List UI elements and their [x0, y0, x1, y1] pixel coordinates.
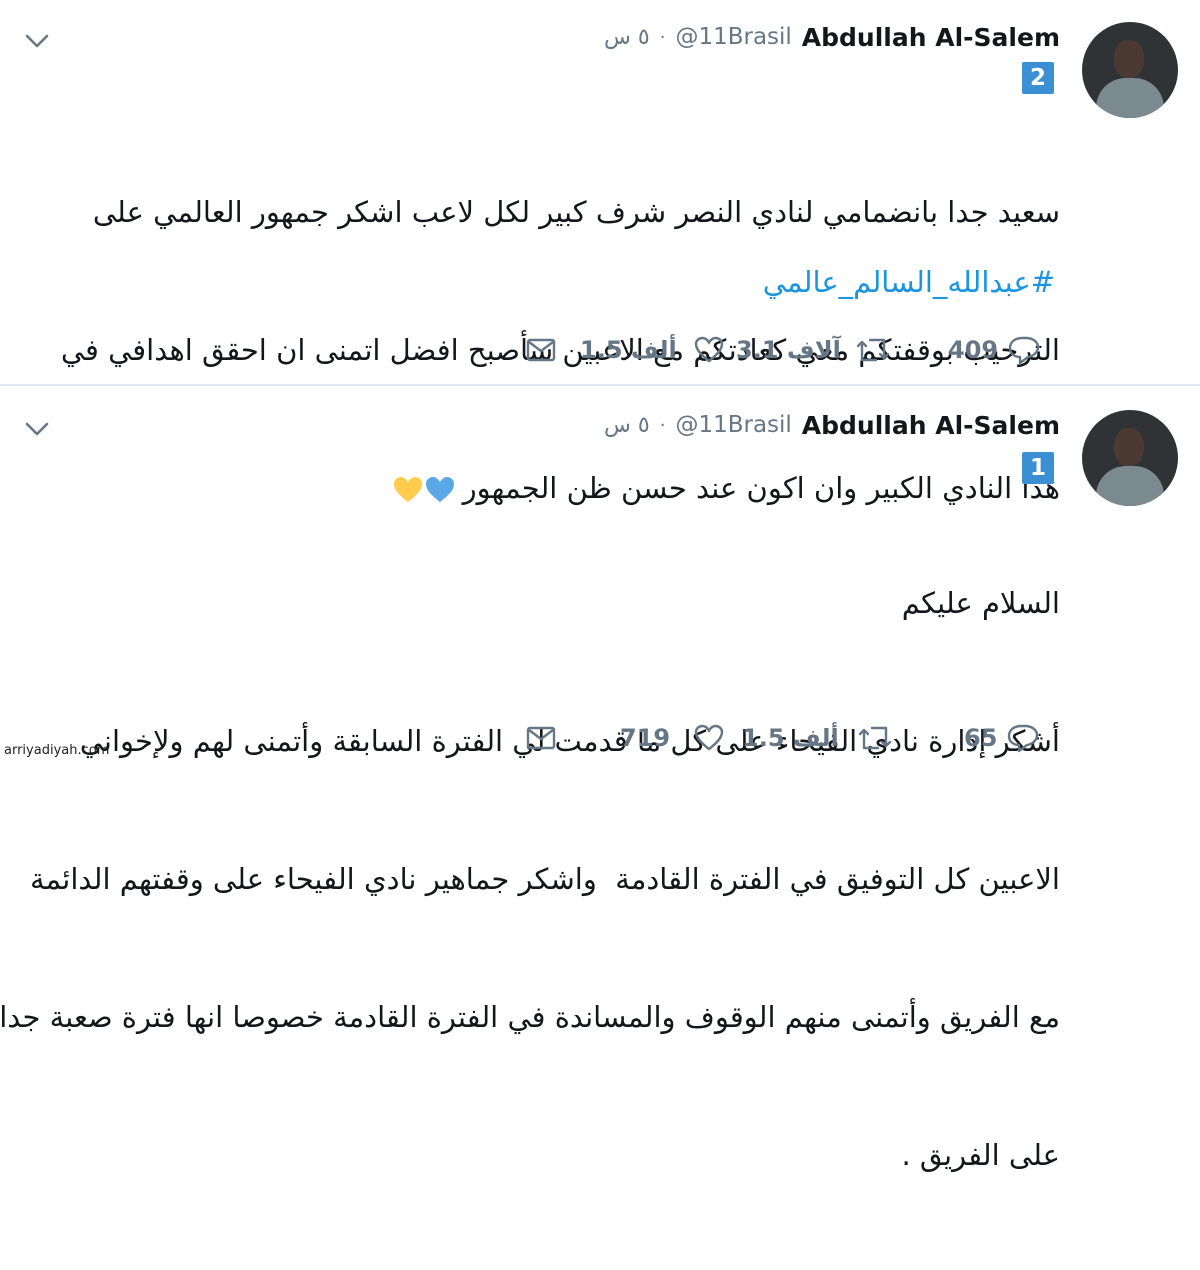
author-handle[interactable]: @11Brasil — [675, 24, 791, 50]
heart-icon — [694, 724, 724, 752]
avatar-body — [1096, 466, 1164, 506]
reply-button[interactable]: 409 — [948, 330, 1040, 370]
author-name[interactable]: Abdullah Al-Salem — [802, 23, 1060, 52]
tweet-header: ٥ س · @11Brasil Abdullah Al-Salem — [604, 410, 1060, 440]
heart-button[interactable] — [694, 718, 724, 758]
retweet-button[interactable] — [854, 330, 892, 370]
tweet-line: سعيد جدا بانضمامي لنادي النصر شرف كبير ل… — [92, 195, 1060, 229]
avatar[interactable] — [1082, 22, 1178, 118]
reply-button[interactable]: 65 — [964, 718, 1039, 758]
envelope-icon — [526, 338, 556, 362]
reply-count: 409 — [948, 336, 999, 364]
retweet-icon — [854, 336, 892, 364]
author-handle[interactable]: @11Brasil — [675, 412, 791, 438]
chevron-down-icon[interactable] — [24, 416, 50, 442]
avatar-head — [1114, 428, 1144, 466]
avatar-body — [1096, 78, 1164, 118]
tweet-time[interactable]: ٥ س — [604, 413, 650, 438]
tweet-text: السلام عليكم أشكر إدارة نادي الفيحاء على… — [0, 488, 1060, 1270]
retweet-icon — [856, 724, 894, 752]
envelope-icon — [526, 726, 556, 750]
retweet-count: 1.5 ألف — [742, 724, 839, 752]
number-badge: 1 — [1022, 452, 1054, 484]
avatar-head — [1114, 40, 1144, 78]
reply-count: 65 — [964, 724, 998, 752]
separator-dot: · — [659, 414, 666, 436]
dm-button[interactable] — [526, 330, 556, 370]
tweet-card[interactable]: ٥ س · @11Brasil Abdullah Al-Salem 2 سعيد… — [0, 0, 1200, 505]
tweet-line: مع الفريق وأتمنى منهم الوقوف والمساندة ف… — [0, 1000, 1060, 1034]
like-count: 719 — [620, 724, 671, 752]
retweet-count-wrap[interactable]: 1.5 ألف — [742, 718, 839, 758]
separator-dot: · — [659, 26, 666, 48]
like-button[interactable]: 1.5 ألف — [580, 330, 677, 370]
tweet-card[interactable]: ٥ س · @11Brasil Abdullah Al-Salem 1 السل… — [0, 386, 1200, 1172]
dm-button[interactable] — [526, 718, 556, 758]
number-badge: 2 — [1022, 62, 1054, 94]
tweet-header: ٥ س · @11Brasil Abdullah Al-Salem — [604, 22, 1060, 52]
reply-icon — [1007, 723, 1039, 753]
source-watermark: arriyadiyah.com — [4, 743, 110, 758]
heart-button[interactable] — [694, 330, 724, 370]
tweet-line: على الفريق . — [901, 1138, 1060, 1172]
reply-icon — [1008, 335, 1040, 365]
tweet-actions: 719 1.5 ألف 65 — [520, 718, 1060, 758]
tweet-line: الاعبين كل التوفيق في الفترة القادمة واش… — [29, 862, 1060, 896]
retweet-count-wrap[interactable]: 3.1 آلاف — [736, 330, 841, 370]
retweet-button[interactable] — [856, 718, 894, 758]
tweet-actions: 1.5 ألف 3.1 آلاف 409 — [520, 330, 1060, 370]
like-button[interactable]: 719 — [620, 718, 670, 758]
retweet-count: 3.1 آلاف — [736, 336, 841, 364]
chevron-down-icon[interactable] — [24, 28, 50, 54]
tweet-line: السلام عليكم — [901, 586, 1060, 620]
tweet-time[interactable]: ٥ س — [604, 25, 650, 50]
author-name[interactable]: Abdullah Al-Salem — [802, 411, 1060, 440]
hashtag-link[interactable]: #عبدالله_السالم_عالمي — [763, 265, 1055, 299]
like-count: 1.5 ألف — [580, 336, 677, 364]
heart-icon — [694, 336, 724, 364]
avatar[interactable] — [1082, 410, 1178, 506]
